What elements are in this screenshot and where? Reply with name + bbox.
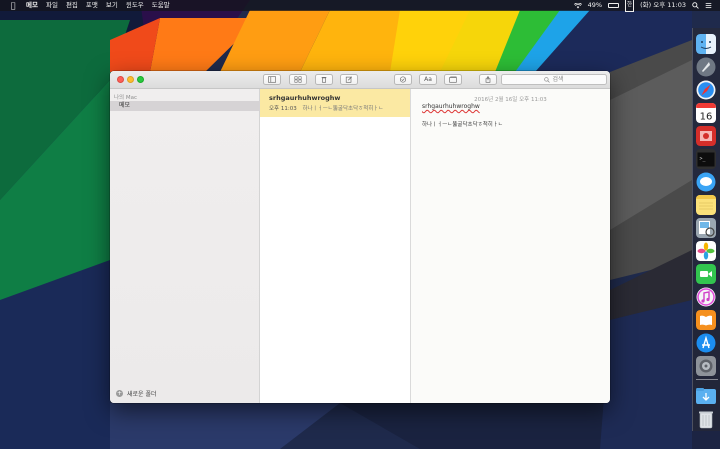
dock-separator xyxy=(696,379,718,380)
share-icon xyxy=(485,76,491,83)
share-button[interactable] xyxy=(479,74,497,85)
format-button[interactable]: Aa xyxy=(419,74,437,85)
search-icon xyxy=(544,76,551,83)
calendar-icon[interactable]: 16 xyxy=(696,103,716,123)
input-source-indicator[interactable]: 한 xyxy=(625,0,635,12)
grid-icon xyxy=(294,76,302,83)
menu-app-name[interactable]: 메모 xyxy=(26,0,38,11)
plus-circle-icon: + xyxy=(116,390,123,397)
status-area: 49% 한 (화) 오후 11:03 xyxy=(573,0,712,12)
facetime-icon[interactable] xyxy=(696,264,716,284)
note-snippet: 하나ㅣㅓㅡㄴ뚫굴닥초닥ㅎ척히ㅏㄴ xyxy=(302,106,384,112)
safari-icon[interactable] xyxy=(696,80,716,100)
spotlight-icon[interactable] xyxy=(692,2,699,9)
notification-center-icon[interactable] xyxy=(705,2,712,9)
apple-menu-icon[interactable]:  xyxy=(8,0,18,11)
text-format-icon: Aa xyxy=(424,76,432,83)
menu-edit[interactable]: 편집 xyxy=(66,0,78,11)
menu-help[interactable]: 도움말 xyxy=(152,0,170,11)
note-time: 오후 11:03 xyxy=(269,106,297,112)
window-toolbar: Aa 검색 xyxy=(110,71,610,89)
note-title: srhgaurhuhwroghw xyxy=(269,94,341,102)
note-meta: 오후 11:03 하나ㅣㅓㅡㄴ뚫굴닥초닥ㅎ척히ㅏㄴ xyxy=(269,104,410,112)
zoom-button[interactable] xyxy=(137,76,144,83)
note-date: 2016년 2월 16일 오후 11:03 xyxy=(474,97,547,103)
add-photo-button[interactable] xyxy=(444,74,462,85)
wifi-icon[interactable] xyxy=(573,2,582,9)
checkmark-circle-icon xyxy=(399,76,407,83)
minimize-button[interactable] xyxy=(127,76,134,83)
sidebar-icon xyxy=(268,76,276,83)
note-editor[interactable]: 2016년 2월 16일 오후 11:03 srhgaurhuhwroghw 하… xyxy=(411,89,610,403)
dock: 16 >_ xyxy=(692,28,720,431)
new-folder-button[interactable]: + 새로운 폴더 xyxy=(116,389,157,398)
trash-icon xyxy=(321,76,327,83)
sidebar-section-header: 나의 Mac xyxy=(114,95,138,101)
menu-view[interactable]: 보기 xyxy=(106,0,118,11)
terminal-icon[interactable]: >_ xyxy=(696,149,716,169)
new-note-button[interactable] xyxy=(340,74,358,85)
calendar-day: 16 xyxy=(700,112,713,123)
new-folder-label: 새로운 폴더 xyxy=(127,391,157,398)
svg-text:>_: >_ xyxy=(700,156,707,162)
battery-percent: 49% xyxy=(587,1,603,9)
attachments-view-button[interactable] xyxy=(289,74,307,85)
finder-icon[interactable] xyxy=(696,34,716,54)
menu-file[interactable]: 파일 xyxy=(46,0,58,11)
downloads-folder-icon[interactable] xyxy=(696,386,716,406)
launchpad-icon[interactable] xyxy=(696,57,716,77)
menubar-clock[interactable]: (화) 오후 11:03 xyxy=(640,0,686,11)
delete-note-button[interactable] xyxy=(315,74,333,85)
photo-icon xyxy=(449,76,457,83)
trash-icon[interactable] xyxy=(696,409,716,429)
preview-icon[interactable] xyxy=(696,218,716,238)
list-item[interactable]: srhgaurhuhwroghw 오후 11:03 하나ㅣㅓㅡㄴ뚫굴닥초닥ㅎ척히… xyxy=(260,89,410,117)
editor-title-line[interactable]: srhgaurhuhwroghw xyxy=(422,103,480,110)
messages-icon[interactable] xyxy=(696,172,716,192)
menu-format[interactable]: 포맷 xyxy=(86,0,98,11)
toggle-sidebar-button[interactable] xyxy=(263,74,281,85)
folders-sidebar: 나의 Mac 메모 + 새로운 폴더 xyxy=(110,89,260,403)
close-button[interactable] xyxy=(117,76,124,83)
photo-booth-icon[interactable] xyxy=(696,126,716,146)
system-preferences-icon[interactable] xyxy=(696,356,716,376)
notes-window: Aa 검색 나의 Mac 메모 + 새로운 폴더 srhgaurhuhwrogh… xyxy=(110,71,610,403)
itunes-icon[interactable] xyxy=(696,287,716,307)
search-placeholder: 검색 xyxy=(552,76,564,83)
ibooks-icon[interactable] xyxy=(696,310,716,330)
notes-list: srhgaurhuhwroghw 오후 11:03 하나ㅣㅓㅡㄴ뚫굴닥초닥ㅎ척히… xyxy=(260,89,411,403)
notes-icon[interactable] xyxy=(696,195,716,215)
search-input[interactable]: 검색 xyxy=(501,74,607,85)
battery-icon[interactable] xyxy=(608,3,620,8)
checklist-button[interactable] xyxy=(394,74,412,85)
menu-window[interactable]: 윈도우 xyxy=(126,0,144,11)
sidebar-item-notes[interactable]: 메모 xyxy=(110,101,260,111)
app-store-icon[interactable] xyxy=(696,333,716,353)
compose-icon xyxy=(345,76,353,83)
menu-bar:  메모 파일 편집 포맷 보기 윈도우 도움말 49% 한 (화) 오후 11… xyxy=(0,0,720,12)
editor-body-text[interactable]: 하나ㅣㅓㅡㄴ뚫굴닥초닥ㅎ척히ㅏㄴ xyxy=(422,120,503,128)
photos-icon[interactable] xyxy=(696,241,716,261)
